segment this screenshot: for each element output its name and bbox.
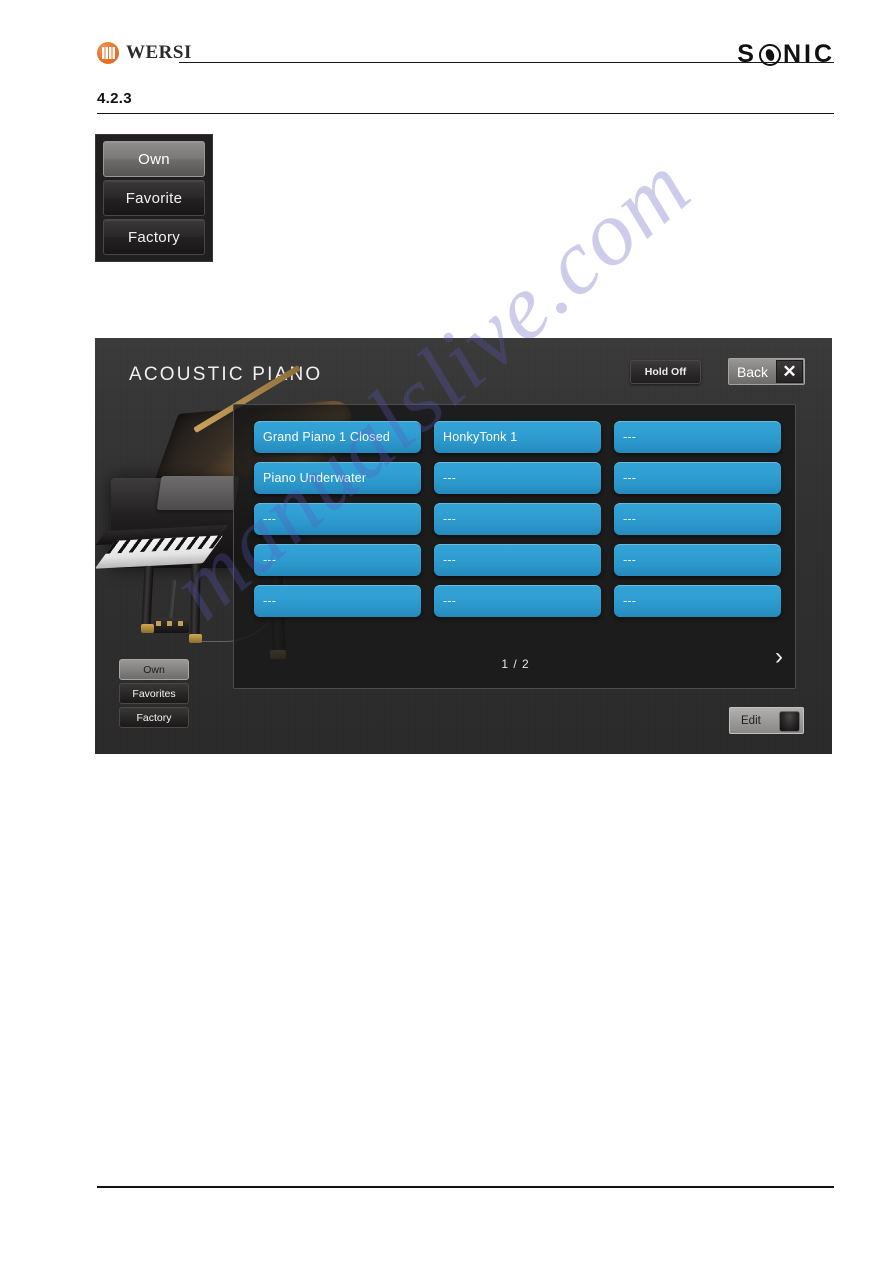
sound-grid-frame: Grand Piano 1 Closed HonkyTonk 1 --- Pia… — [233, 404, 796, 689]
sound-button-label: --- — [443, 471, 457, 485]
piano-leg — [141, 565, 154, 629]
sound-button-label: --- — [623, 594, 637, 608]
panel-button-factory-label: Factory — [127, 228, 181, 246]
sound-button-label: --- — [443, 594, 457, 608]
panel-button-favorite-label: Favorite — [125, 189, 183, 207]
piano-leg — [190, 563, 201, 639]
screen-tab-favorites-label: Favorites — [132, 687, 176, 700]
device-screen: ACOUSTIC PIANO Hold Off Back ✕ Grand Pia… — [95, 338, 832, 754]
sound-button[interactable]: --- — [614, 462, 781, 494]
panel-button-own[interactable]: Own — [103, 141, 205, 177]
sonic-logo-text-left: S — [737, 40, 757, 68]
sound-button[interactable]: --- — [254, 585, 421, 617]
header-divider — [179, 62, 834, 63]
sound-button-label: Piano Underwater — [263, 471, 367, 485]
hold-off-label: Hold Off — [644, 366, 687, 378]
wersi-logo-icon — [97, 42, 119, 64]
page-header: WERSI S NIC — [0, 0, 893, 80]
sound-button-label: --- — [443, 553, 457, 567]
sound-grid: Grand Piano 1 Closed HonkyTonk 1 --- Pia… — [254, 421, 781, 617]
sound-button[interactable]: Grand Piano 1 Closed — [254, 421, 421, 453]
sound-button[interactable]: --- — [434, 544, 601, 576]
sound-button-label: --- — [623, 512, 637, 526]
sound-button[interactable]: --- — [614, 544, 781, 576]
sound-button-label: --- — [443, 512, 457, 526]
sound-button[interactable]: --- — [254, 503, 421, 535]
sonic-logo: S NIC — [737, 40, 835, 69]
back-button-group: Back ✕ — [728, 358, 805, 385]
sound-button[interactable]: --- — [614, 421, 781, 453]
panel-button-own-label: Own — [138, 150, 170, 168]
wersi-logo: WERSI — [97, 42, 192, 64]
sound-button[interactable]: --- — [434, 462, 601, 494]
piano-leg-cap — [141, 624, 154, 633]
sound-button-label: --- — [263, 553, 277, 567]
source-selector-panel: Own Favorite Factory — [95, 134, 213, 262]
section-heading: 4.2.3 — [97, 90, 132, 107]
screen-source-tabs: Own Favorites Factory — [119, 659, 189, 728]
sound-button-label: --- — [623, 430, 637, 444]
sound-button-label: --- — [263, 512, 277, 526]
piano-leg-cap — [189, 634, 202, 643]
sound-button[interactable]: --- — [434, 585, 601, 617]
sonic-logo-text-right: NIC — [782, 40, 835, 68]
sound-button[interactable]: --- — [614, 585, 781, 617]
close-icon[interactable]: ✕ — [776, 360, 803, 383]
sound-button[interactable]: HonkyTonk 1 — [434, 421, 601, 453]
piano-pedal-rod — [166, 579, 177, 623]
sound-button-label: --- — [623, 471, 637, 485]
sonic-eye-icon — [758, 43, 781, 66]
sound-button[interactable]: --- — [614, 503, 781, 535]
screen-tab-factory-label: Factory — [136, 711, 172, 724]
piano-music-rest — [156, 476, 240, 510]
hold-off-button[interactable]: Hold Off — [630, 360, 701, 384]
back-button-label: Back — [736, 363, 769, 380]
edit-button-label: Edit — [741, 714, 761, 727]
screen-tab-own[interactable]: Own — [119, 659, 189, 680]
sound-button[interactable]: --- — [434, 503, 601, 535]
panel-button-factory[interactable]: Factory — [103, 219, 205, 255]
section-heading-divider — [97, 113, 834, 115]
screen-tab-favorites[interactable]: Favorites — [119, 683, 189, 704]
wersi-logo-text: WERSI — [126, 42, 192, 63]
back-button[interactable]: Back — [729, 359, 776, 384]
sound-button[interactable]: Piano Underwater — [254, 462, 421, 494]
sound-button-label: Grand Piano 1 Closed — [263, 430, 390, 444]
screen-tab-own-label: Own — [143, 663, 165, 676]
footer-divider — [97, 1186, 834, 1188]
next-page-arrow-icon[interactable]: › — [775, 645, 783, 669]
edit-led-indicator-icon — [779, 711, 800, 732]
sound-button-label: --- — [623, 553, 637, 567]
screen-tab-factory[interactable]: Factory — [119, 707, 189, 728]
piano-pedals — [153, 618, 189, 633]
sound-button[interactable]: --- — [254, 544, 421, 576]
sound-button-label: --- — [263, 594, 277, 608]
panel-button-favorite[interactable]: Favorite — [103, 180, 205, 216]
page-indicator: 1 / 2 — [501, 657, 530, 671]
piano-keys-icon — [101, 47, 115, 59]
sound-button-label: HonkyTonk 1 — [443, 430, 518, 444]
edit-button[interactable]: Edit — [729, 707, 804, 734]
close-glyph: ✕ — [782, 361, 797, 381]
